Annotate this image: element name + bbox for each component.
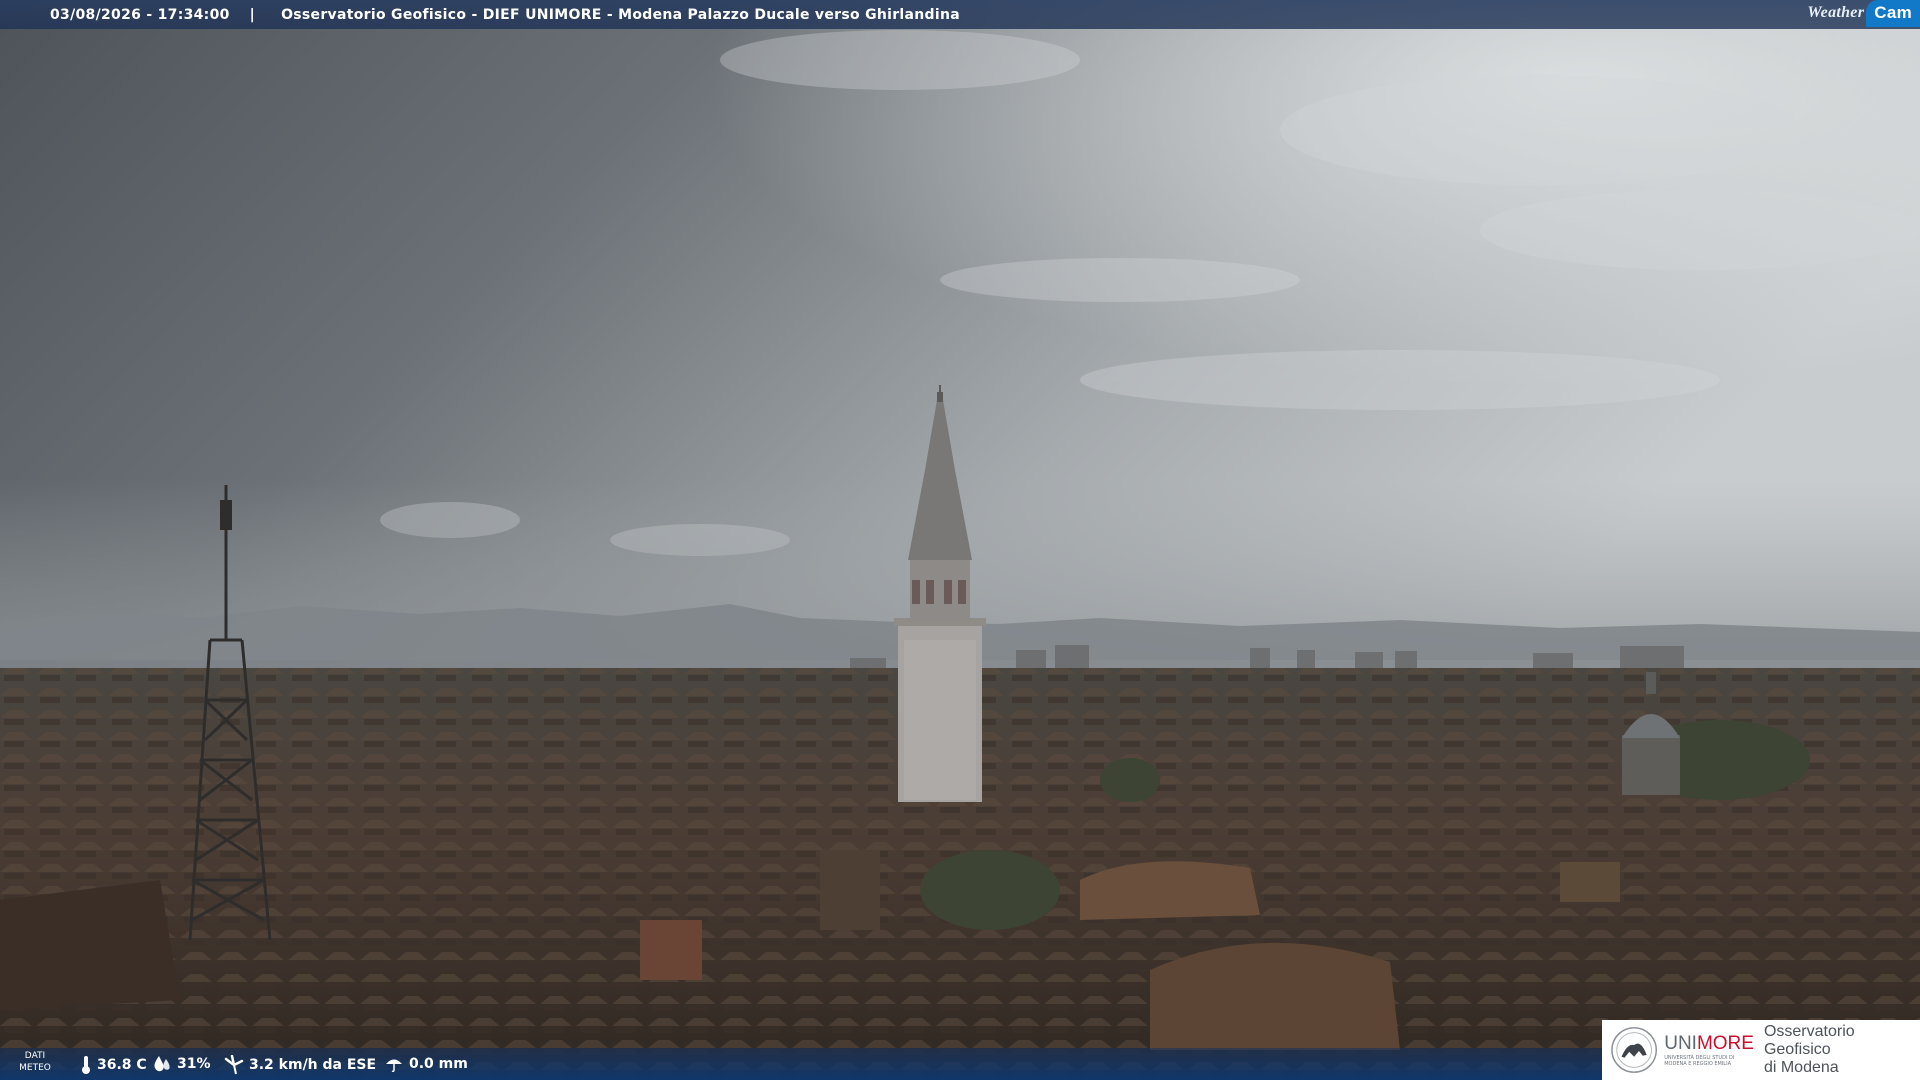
unimore-wordmark: UNIMORE UNIVERSITÀ DEGLI STUDI DI MODENA… (1664, 1034, 1754, 1067)
weather-data-label: DATI METEO (12, 1050, 58, 1074)
camera-caption: Osservatorio Geofisico - DIEF UNIMORE - … (281, 6, 960, 23)
humidity-value: 31% (177, 1056, 211, 1072)
weathercam-logo: Weather Cam (1801, 0, 1920, 27)
webcam-photo (0, 0, 1920, 1080)
label-line-2: METEO (19, 1063, 51, 1073)
label-line-1: DATI (24, 1051, 46, 1061)
observatory-line-2: di Modena (1763, 1059, 1839, 1076)
wind-reading: 3.2 km/h da ESE (224, 1055, 376, 1075)
humidity-reading: 31% (152, 1055, 211, 1073)
wind-turbine-icon (224, 1055, 244, 1075)
brand-cam-text: Cam (1866, 0, 1920, 27)
separator: | (249, 6, 256, 23)
university-name: UNIVERSITÀ DEGLI STUDI DI MODENA E REGGI… (1664, 1054, 1735, 1067)
timestamp: 03/08/2026 - 17:34:00 (50, 6, 230, 23)
umbrella-icon (386, 1059, 402, 1073)
university-seal-icon (1611, 1027, 1658, 1073)
top-info-bar: 03/08/2026 - 17:34:00 | Osservatorio Geo… (0, 0, 1920, 29)
brand-weather-text: Weather (1807, 4, 1865, 21)
observatory-line-1: Osservatorio Geofisico (1763, 1023, 1855, 1058)
water-drop-icon (154, 1056, 170, 1072)
unimore-uni: UNI (1664, 1032, 1697, 1054)
temperature-value: 36.8 C (97, 1057, 147, 1073)
observatory-name: Osservatorio Geofisico di Modena (1764, 1023, 1920, 1077)
rain-reading: 0.0 mm (384, 1055, 468, 1073)
unimore-more: MORE (1696, 1032, 1754, 1054)
temperature-reading: 36.8 C (80, 1055, 147, 1075)
wind-value: 3.2 km/h da ESE (249, 1057, 377, 1073)
rain-value: 0.0 mm (409, 1056, 468, 1072)
unimore-logo-box: UNIMORE UNIVERSITÀ DEGLI STUDI DI MODENA… (1602, 1020, 1920, 1080)
thermometer-icon (82, 1056, 90, 1074)
